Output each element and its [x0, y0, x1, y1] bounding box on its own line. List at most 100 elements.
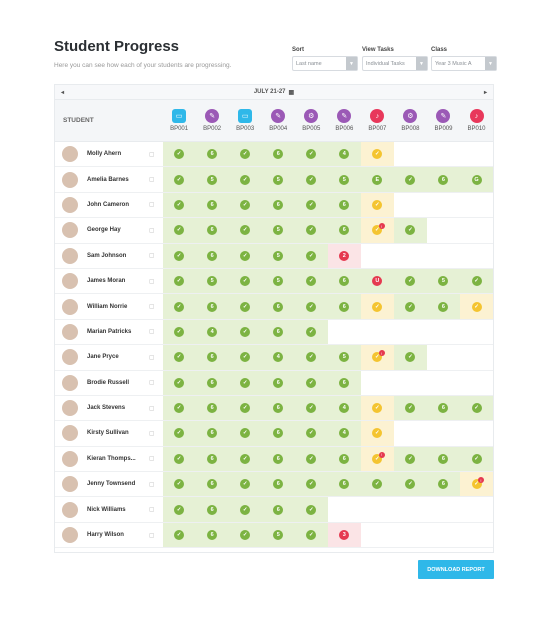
progress-cell[interactable]: 6 [426, 167, 460, 192]
progress-cell[interactable]: 4 [327, 421, 361, 446]
progress-cell[interactable]: 6 [327, 472, 361, 497]
student-name-cell[interactable]: Nick Williams ▢ [55, 497, 163, 521]
task-header-bp004[interactable]: ✎ BP004 [262, 100, 295, 141]
progress-cell[interactable]: 6 [327, 268, 361, 294]
progress-cell[interactable]: 6 [261, 294, 295, 319]
message-icon[interactable]: ▢ [149, 176, 155, 183]
progress-cell[interactable]: ✓ [294, 345, 328, 370]
progress-cell[interactable]: ✓ [294, 446, 328, 472]
progress-cell[interactable]: ✓ [294, 243, 328, 268]
progress-cell[interactable]: 5 [261, 522, 295, 548]
progress-cell[interactable]: 6 [195, 472, 229, 497]
progress-cell[interactable]: ✓ [294, 522, 328, 548]
progress-cell[interactable] [426, 243, 460, 268]
progress-cell[interactable]: ✓ [294, 294, 328, 319]
student-name-cell[interactable]: James Moran ▢ [55, 269, 163, 293]
progress-cell[interactable]: 6 [195, 294, 229, 319]
progress-cell[interactable]: ✓ [393, 167, 427, 192]
progress-cell[interactable]: ✓ [162, 370, 196, 395]
progress-cell[interactable]: ✓ [360, 192, 394, 218]
progress-cell[interactable] [393, 421, 427, 446]
progress-cell[interactable]: 6 [195, 446, 229, 472]
progress-cell[interactable]: 6 [426, 446, 460, 472]
progress-cell[interactable]: 6 [327, 370, 361, 395]
student-name-cell[interactable]: Jenny Townsend ▢ [55, 472, 163, 496]
progress-cell[interactable]: 4 [327, 142, 361, 167]
progress-cell[interactable] [426, 192, 460, 218]
progress-cell[interactable]: 5 [195, 268, 229, 294]
progress-cell[interactable]: ✓ [162, 345, 196, 370]
task-header-bp006[interactable]: ✎ BP006 [328, 100, 361, 141]
progress-cell[interactable]: 6 [327, 218, 361, 243]
progress-cell[interactable]: 6 [426, 395, 460, 421]
task-header-bp002[interactable]: ✎ BP002 [196, 100, 229, 141]
progress-cell[interactable]: ✓ [162, 294, 196, 319]
progress-cell[interactable] [426, 319, 460, 345]
student-name-cell[interactable]: Brodie Russell ▢ [55, 371, 163, 395]
progress-cell[interactable]: 6 [195, 345, 229, 370]
message-icon[interactable]: ▢ [149, 328, 155, 335]
progress-cell[interactable]: 5 [327, 167, 361, 192]
progress-cell[interactable] [360, 319, 394, 345]
progress-cell[interactable]: ✓ [360, 421, 394, 446]
sort-select[interactable]: Last name ▼ [292, 56, 358, 71]
progress-cell[interactable]: ✓ [162, 192, 196, 218]
progress-cell[interactable] [459, 522, 494, 548]
progress-cell[interactable] [459, 218, 494, 243]
progress-cell[interactable]: ✓ [228, 370, 262, 395]
progress-cell[interactable] [426, 522, 460, 548]
student-name-cell[interactable]: Kieran Thomps... ▢ [55, 447, 163, 471]
student-name-cell[interactable]: Marian Patricks ▢ [55, 320, 163, 344]
progress-cell[interactable]: 6 [195, 192, 229, 218]
progress-cell[interactable] [360, 243, 394, 268]
progress-cell[interactable]: ✓ [228, 421, 262, 446]
progress-cell[interactable]: 6 [195, 218, 229, 243]
progress-cell[interactable]: 5 [261, 167, 295, 192]
progress-cell[interactable]: G [459, 167, 494, 192]
progress-cell[interactable]: ✓ [360, 395, 394, 421]
progress-cell[interactable] [426, 370, 460, 395]
progress-cell[interactable]: ✓ [162, 497, 196, 522]
progress-cell[interactable]: ✓ [294, 268, 328, 294]
progress-cell[interactable]: ✓ [459, 395, 494, 421]
progress-cell[interactable]: 6 [195, 243, 229, 268]
progress-cell[interactable]: ✓ [162, 319, 196, 345]
progress-cell[interactable]: ✓ [459, 294, 494, 319]
task-header-bp008[interactable]: ⚙ BP008 [394, 100, 427, 141]
progress-cell[interactable]: ✓ [162, 268, 196, 294]
progress-cell[interactable]: ✓ [162, 167, 196, 192]
student-name-cell[interactable]: John Cameron ▢ [55, 193, 163, 217]
progress-cell[interactable]: ✓ [228, 472, 262, 497]
task-header-bp005[interactable]: ⚙ BP005 [295, 100, 328, 141]
progress-cell[interactable]: ✓ [162, 522, 196, 548]
progress-cell[interactable] [327, 319, 361, 345]
progress-cell[interactable] [459, 345, 494, 370]
progress-cell[interactable]: 6 [195, 421, 229, 446]
progress-cell[interactable]: ✓ [393, 218, 427, 243]
progress-cell[interactable]: 6 [195, 522, 229, 548]
chevron-left-icon[interactable]: ◂ [61, 89, 64, 96]
progress-cell[interactable]: ✓ [360, 142, 394, 167]
progress-cell[interactable] [393, 522, 427, 548]
progress-cell[interactable]: ✓ [228, 142, 262, 167]
message-icon[interactable]: ▢ [149, 405, 155, 412]
progress-cell[interactable]: ✓ [294, 395, 328, 421]
progress-cell[interactable]: ✓ [228, 345, 262, 370]
task-header-bp003[interactable]: ▭ BP003 [229, 100, 262, 141]
progress-cell[interactable] [393, 370, 427, 395]
progress-cell[interactable]: 6 [426, 472, 460, 497]
progress-cell[interactable]: ! ✓ [360, 446, 394, 472]
progress-cell[interactable]: ✓ [294, 218, 328, 243]
progress-cell[interactable]: ✓ [162, 421, 196, 446]
student-name-cell[interactable]: Jack Stevens ▢ [55, 396, 163, 420]
progress-cell[interactable]: ✓ [459, 446, 494, 472]
progress-cell[interactable]: E [360, 167, 394, 192]
student-name-cell[interactable]: William Norrie ▢ [55, 294, 163, 318]
progress-cell[interactable]: 5 [261, 268, 295, 294]
progress-cell[interactable]: ✓ [360, 294, 394, 319]
progress-cell[interactable]: 6 [195, 370, 229, 395]
progress-cell[interactable]: ✓ [294, 421, 328, 446]
progress-cell[interactable]: ✓ [393, 268, 427, 294]
progress-cell[interactable]: ✓ [228, 192, 262, 218]
progress-cell[interactable]: 4 [327, 395, 361, 421]
